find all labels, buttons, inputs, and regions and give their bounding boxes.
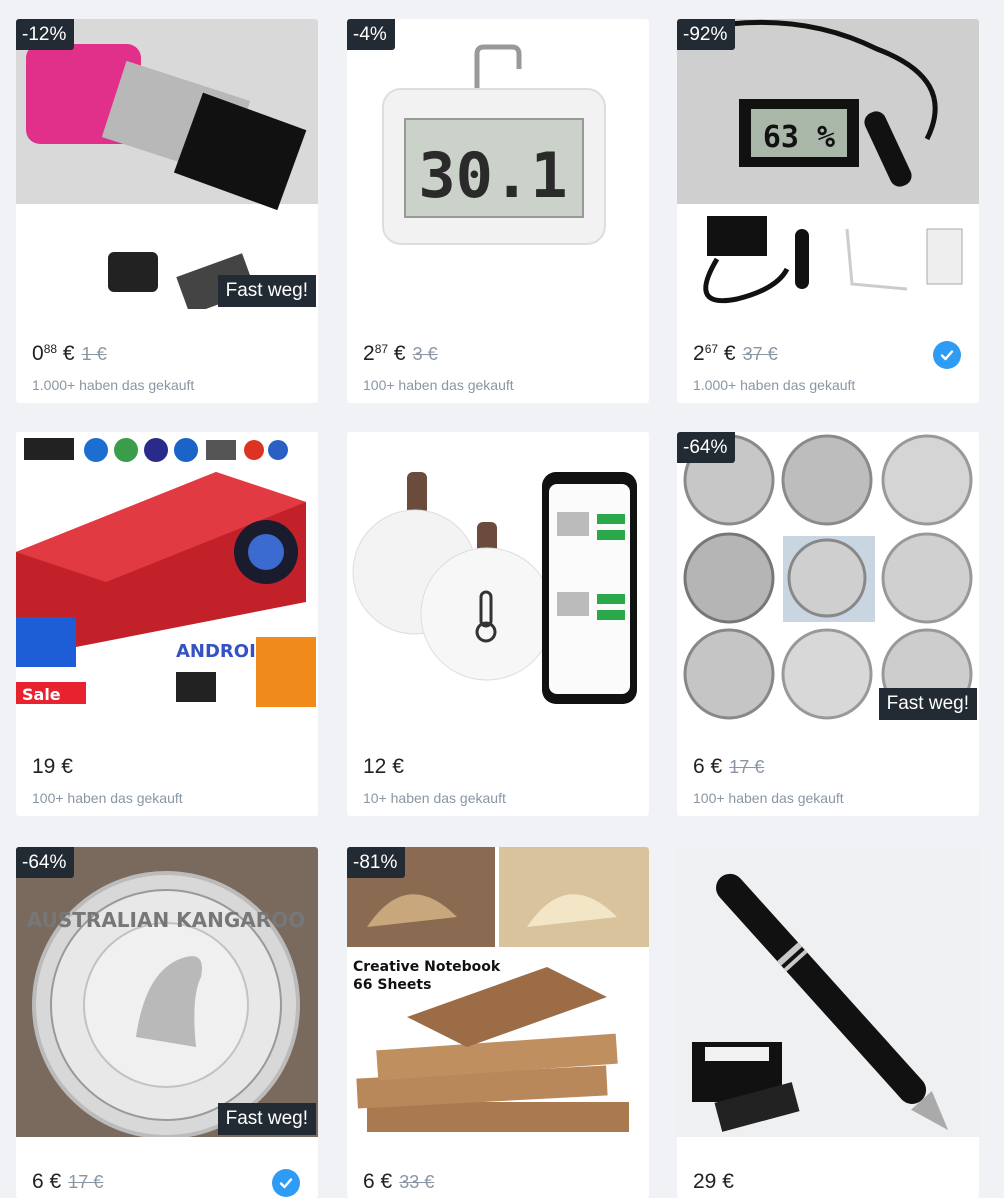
product-card-smart-thermometer[interactable]: 12 € 10+ haben das gekauft — [347, 432, 649, 816]
notebook-sub-text: 66 Sheets — [353, 977, 431, 993]
discount-badge: -64% — [677, 432, 736, 463]
price: 267 € — [693, 342, 736, 365]
sold-count: 10+ haben das gekauft — [363, 790, 506, 806]
product-image[interactable]: 63 % -92% — [677, 19, 979, 309]
price-row: 29 € — [693, 1170, 734, 1196]
verified-check-icon — [272, 1169, 300, 1197]
old-price: 1 € — [81, 344, 107, 364]
old-price: 33 € — [399, 1172, 435, 1192]
product-image[interactable]: AUSTRALIAN KANGAROO -64% Fast weg! — [16, 847, 318, 1137]
price-row: 6 € 17 € — [693, 755, 764, 781]
product-grid: -12% Fast weg! 088 € 1 € 1.000+ haben da… — [0, 0, 1004, 1198]
price-row: 287 € 3 € — [363, 342, 438, 368]
product-image[interactable]: 30.1 -4% — [347, 19, 649, 309]
sold-count: 100+ haben das gekauft — [32, 790, 183, 806]
sold-count: 1.000+ haben das gekauft — [32, 377, 195, 393]
discount-badge: -4% — [347, 19, 395, 50]
old-price: 3 € — [412, 344, 438, 364]
discount-badge: -64% — [16, 847, 75, 878]
price: 6 € — [32, 1170, 62, 1193]
price-row: 12 € — [363, 755, 404, 781]
discount-badge: -12% — [16, 19, 75, 50]
sold-count: 100+ haben das gekauft — [363, 377, 514, 393]
price-row: 267 € 37 € — [693, 342, 778, 368]
product-image[interactable] — [347, 432, 649, 722]
product-card-thermometer[interactable]: 30.1 -4% 287 € 3 € 100+ haben das gekauf… — [347, 19, 649, 403]
fast-weg-badge: Fast weg! — [217, 1103, 316, 1135]
product-image[interactable] — [677, 847, 979, 1137]
product-image[interactable]: -12% Fast weg! — [16, 19, 318, 309]
product-card-pen[interactable]: 29 € — [677, 847, 979, 1198]
price-row: 19 € — [32, 755, 73, 781]
product-card-projector[interactable]: ANDROID Sale 19 € 100+ haben das gekauft — [16, 432, 318, 816]
product-image[interactable]: -64% Fast weg! — [677, 432, 979, 722]
sold-count: 1.000+ haben das gekauft — [693, 377, 856, 393]
product-card-hygrometer[interactable]: 63 % -92% 267 € 37 € 1.000+ haben das ge… — [677, 19, 979, 403]
price-row: 088 € 1 € — [32, 342, 107, 368]
product-image[interactable]: Creative Notebook 66 Sheets -81% — [347, 847, 649, 1137]
product-card-card-reader[interactable]: -12% Fast weg! 088 € 1 € 1.000+ haben da… — [16, 19, 318, 403]
thermo-display-text: 30.1 — [418, 139, 567, 212]
price: 29 € — [693, 1170, 734, 1193]
sold-count: 100+ haben das gekauft — [693, 790, 844, 806]
price: 287 € — [363, 342, 406, 365]
projector-sale-text: Sale — [22, 685, 61, 704]
notebook-title-text: Creative Notebook — [353, 959, 501, 975]
discount-badge: -81% — [347, 847, 406, 878]
price: 12 € — [363, 755, 404, 778]
price-row: 6 € 17 € — [32, 1170, 103, 1196]
fast-weg-badge: Fast weg! — [217, 275, 316, 307]
old-price: 17 € — [729, 757, 765, 777]
old-price: 17 € — [68, 1172, 104, 1192]
verified-check-icon — [933, 341, 961, 369]
discount-badge: -92% — [677, 19, 736, 50]
price: 19 € — [32, 755, 73, 778]
price: 088 € — [32, 342, 75, 365]
hygro-display-text: 63 % — [763, 120, 835, 155]
product-card-silver-coins[interactable]: -64% Fast weg! 6 € 17 € 100+ haben das g… — [677, 432, 979, 816]
price: 6 € — [363, 1170, 393, 1193]
price: 6 € — [693, 755, 723, 778]
product-card-kangaroo-coin[interactable]: AUSTRALIAN KANGAROO -64% Fast weg! 6 € 1… — [16, 847, 318, 1198]
coin-text: AUSTRALIAN KANGAROO — [27, 908, 305, 932]
price-row: 6 € 33 € — [363, 1170, 434, 1196]
product-card-notebook[interactable]: Creative Notebook 66 Sheets -81% 6 € 33 … — [347, 847, 649, 1198]
old-price: 37 € — [742, 344, 778, 364]
fast-weg-badge: Fast weg! — [878, 688, 977, 720]
product-image[interactable]: ANDROID Sale — [16, 432, 318, 722]
